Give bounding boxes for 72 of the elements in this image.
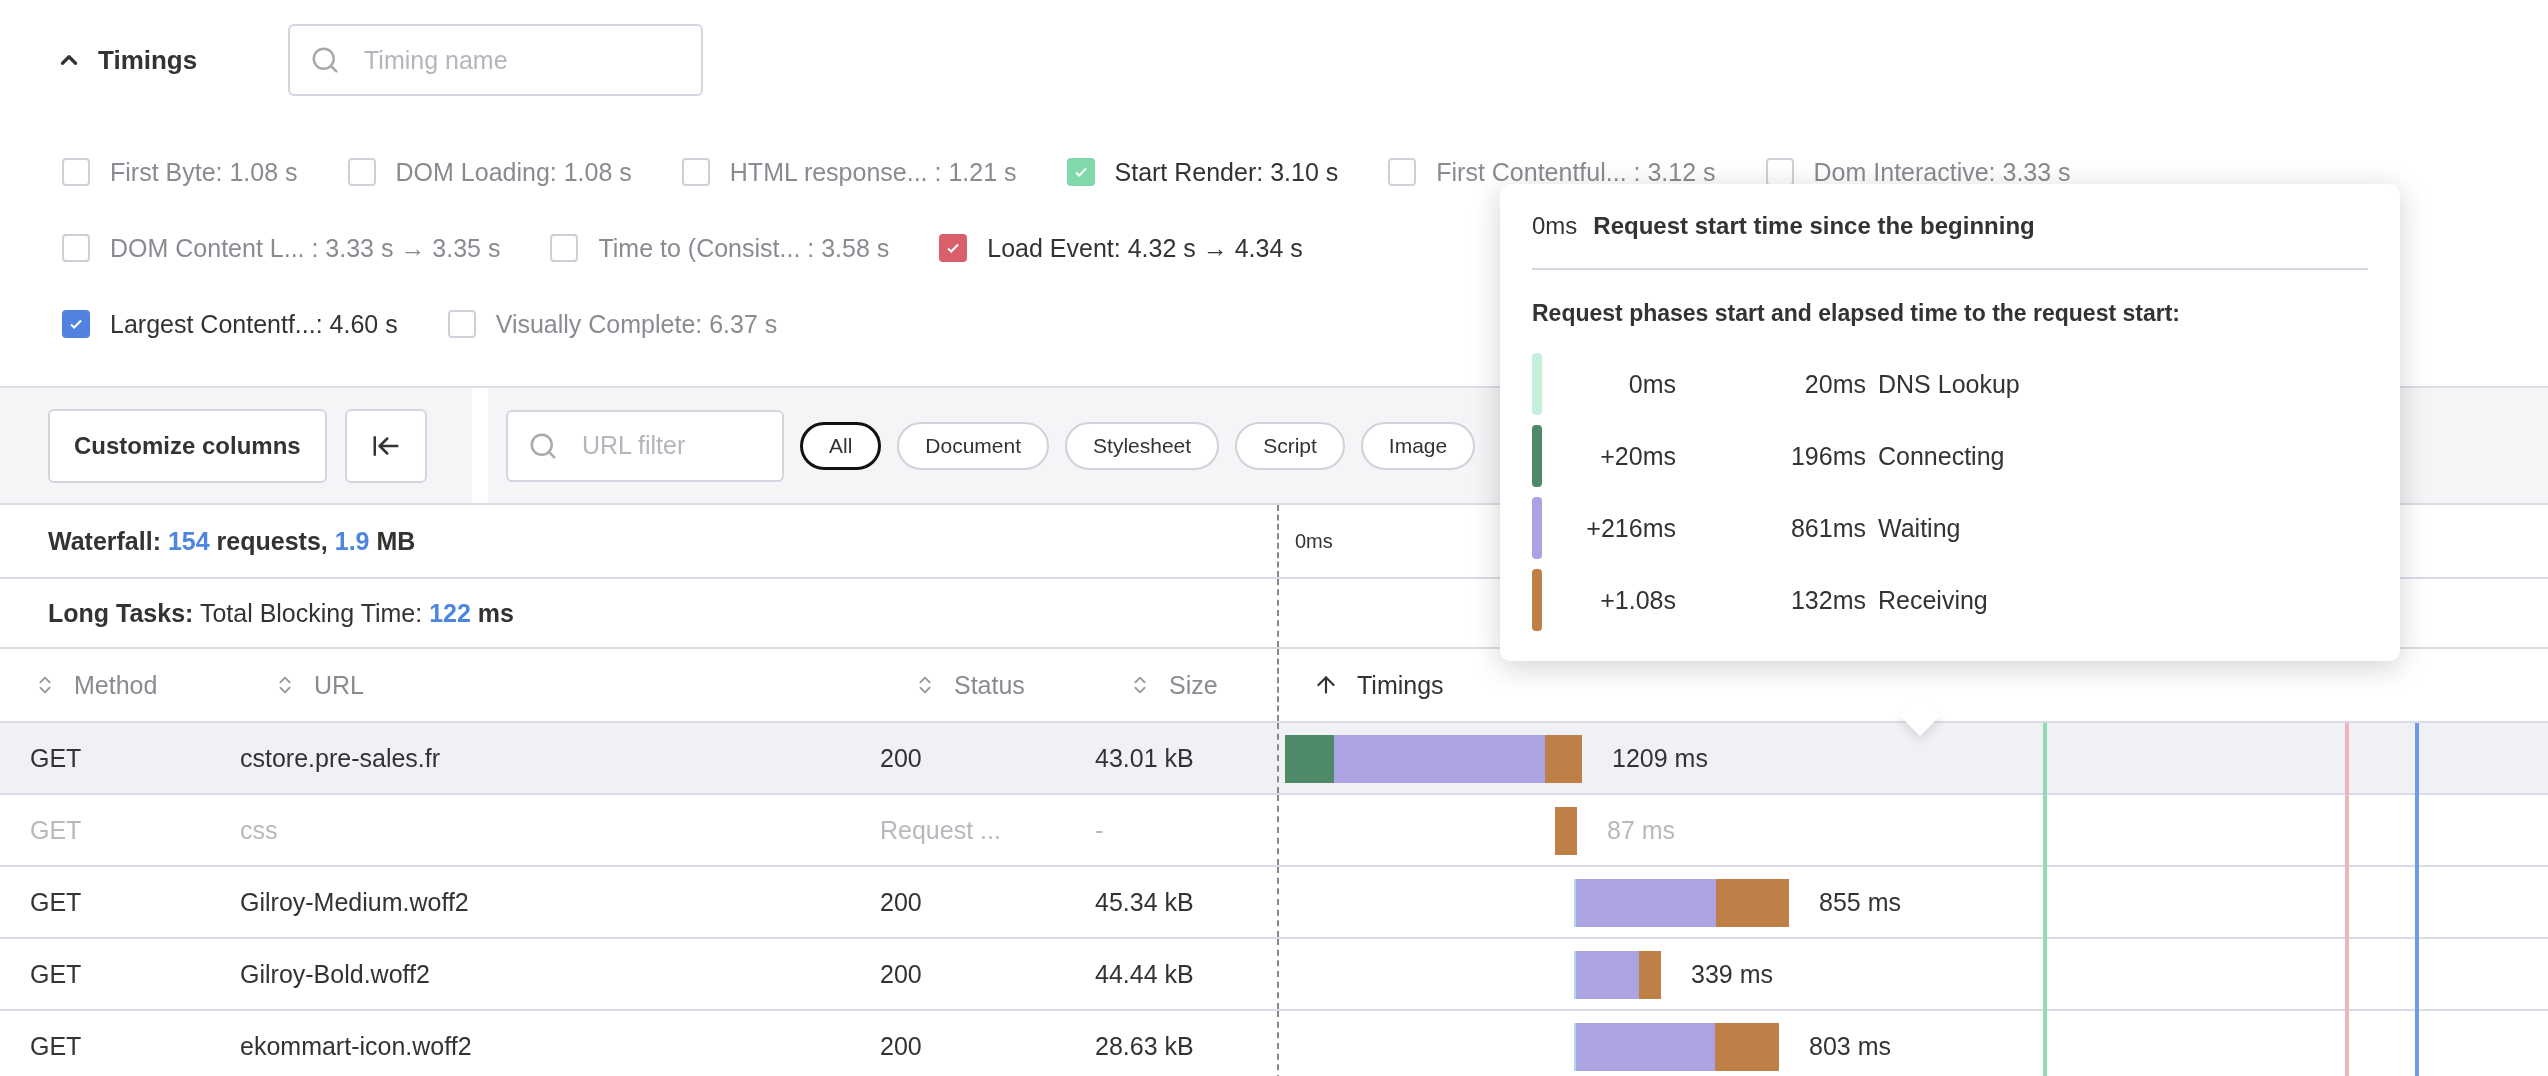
phase-start: +1.08s [1599,585,1676,615]
filter-chip[interactable]: Document [897,421,1050,470]
size-cell-text: 45.34 kB [1095,887,1195,917]
method-cell-text: GET [29,1031,83,1061]
duration-label: 855 ms [1819,887,1901,917]
timing-label: Start Render: 3.10 s [1114,157,1339,187]
request-row[interactable]: GET Gilroy-Bold.woff2 200 44.44 kB 339 ms [0,939,2548,1011]
phase-duration: 196ms [1789,441,1866,471]
collapse-button[interactable] [344,408,427,483]
timing-label: Dom Interactive: 3.33 s [1813,157,2071,187]
checkbox[interactable] [939,234,968,262]
timing-search-field[interactable]: Timing name [288,24,703,96]
customize-columns-button[interactable]: Customize columns [48,408,327,483]
url-cell-text: css [240,815,279,845]
phase-name: Waiting [1877,513,1962,543]
waterfall-summary: Waterfall: 154 requests, 1.9 MB [48,526,416,556]
long-tasks-summary: Long Tasks: Total Blocking Time: 122 ms [48,598,514,628]
column-header[interactable]: Timings [1279,649,1444,721]
phase-duration: 132ms [1789,585,1866,615]
duration-label: 339 ms [1691,959,1773,989]
timing-label: Load Event: 4.32 s → 4.34 s [987,233,1303,263]
url-cell-text: Gilroy-Medium.woff2 [240,887,470,917]
phase-duration: 861ms [1789,513,1866,543]
timing-label: DOM Content L... : 3.33 s → 3.35 s [110,233,501,263]
phase-duration: 20ms [1803,369,1866,399]
status-cell-text: Request ... [880,815,1002,845]
filter-chip[interactable]: Stylesheet [1065,421,1220,470]
method-cell-text: GET [29,887,83,917]
duration-label: 87 ms [1607,815,1676,845]
filter-chip[interactable]: Script [1235,421,1345,470]
status-cell-text: 200 [880,1031,923,1061]
status-cell-text: 200 [880,743,923,773]
url-cell-text: ekommart-icon.woff2 [240,1031,473,1061]
url-filter-field[interactable]: URL filter [506,409,784,482]
timing-label: Visually Complete: 6.37 s [495,309,778,339]
phase-start: +216ms [1585,513,1676,543]
tooltip-start-label: Request start time since the beginning [1593,212,2035,240]
method-cell-text: GET [29,743,83,773]
phase-start: +20ms [1599,441,1676,471]
tooltip-start-time: 0ms [1532,212,1578,240]
tooltip-heading: Request phases start and elapsed time to the request start: [1532,300,2181,327]
checkbox[interactable] [62,310,90,338]
size-cell-text: 28.63 kB [1095,1031,1195,1061]
status-cell-text: 200 [880,887,923,917]
url-cell-text: cstore.pre-sales.fr [240,743,442,773]
size-cell-text: 43.01 kB [1095,743,1195,773]
url-cell-text: Gilroy-Bold.woff2 [240,959,431,989]
filter-chip[interactable]: Image [1360,421,1476,470]
phase-name: DNS Lookup [1877,369,2021,399]
timing-label: HTML response... : 1.21 s [729,157,1017,187]
method-cell-text: GET [29,815,83,845]
phase-start: 0ms [1627,369,1676,399]
request-row[interactable]: GET cstore.pre-sales.fr 200 43.01 kB 1209 ms [0,723,2548,795]
request-row[interactable]: GET Gilroy-Medium.woff2 200 45.34 kB 855 ms [0,867,2548,939]
timings-toggle[interactable]: Timings [56,44,288,76]
timing-label: First Byte: 1.08 s [110,157,298,187]
timing-label: DOM Loading: 1.08 s [395,157,632,187]
timing-label: Largest Contentf...: 4.60 s [110,309,398,339]
axis-label: 0ms [1295,529,1333,553]
size-cell-text: - [1095,815,1105,845]
timing-label: Time to (Consist... : 3.58 s [598,233,890,263]
phase-name: Connecting [1877,441,2006,471]
duration-label: 1209 ms [1612,743,1708,773]
checkbox[interactable] [1066,158,1095,186]
method-cell-text: GET [29,959,83,989]
duration-label: 803 ms [1809,1031,1891,1061]
status-cell-text: 200 [880,959,923,989]
phase-name: Receiving [1877,585,1989,615]
size-cell-text: 44.44 kB [1095,959,1195,989]
timing-label: First Contentful... : 3.12 s [1436,157,1716,187]
waterfall-bar-drawing [1555,807,1577,855]
filter-chip[interactable]: All [800,421,882,470]
